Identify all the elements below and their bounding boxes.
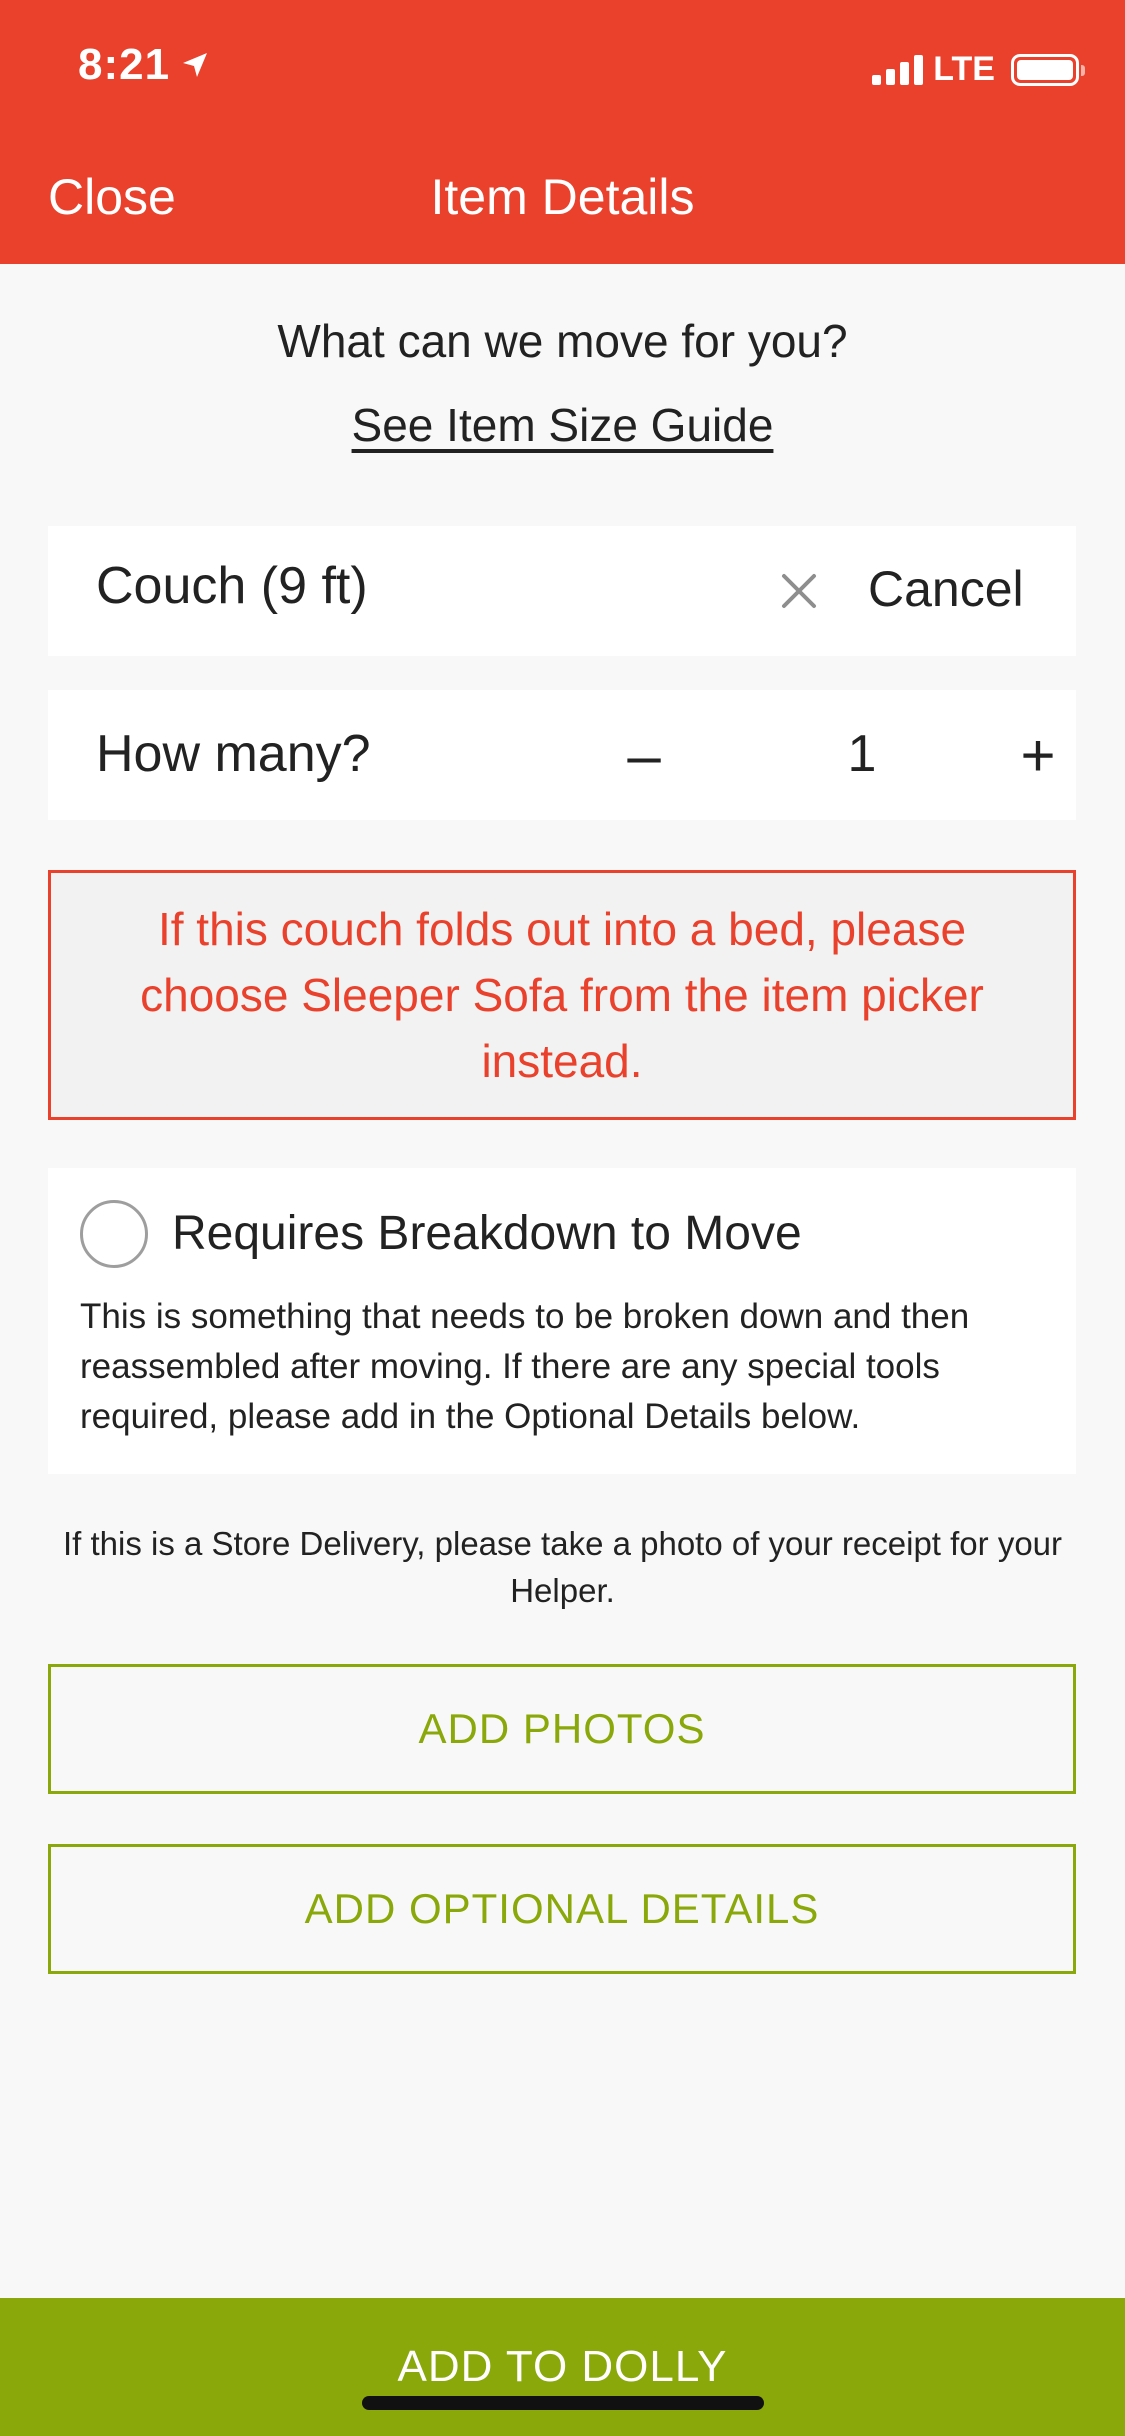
store-delivery-note: If this is a Store Delivery, please take… <box>62 1525 1063 1609</box>
item-name: Couch (9 ft) <box>96 557 368 615</box>
warning-text: If this couch folds out into a bed, plea… <box>140 903 984 1087</box>
add-optional-details-button[interactable]: ADD OPTIONAL DETAILS <box>48 1844 1076 1974</box>
quantity-label: How many? <box>96 725 371 783</box>
decrement-button[interactable]: – <box>604 716 684 796</box>
quantity-value: 1 <box>847 725 877 783</box>
size-guide-link[interactable]: See Item Size Guide <box>352 399 774 451</box>
add-to-dolly-button[interactable]: ADD TO DOLLY <box>0 2298 1125 2436</box>
size-guide-link-row: See Item Size Guide <box>0 398 1125 452</box>
status-right: LTE <box>872 50 1085 89</box>
status-time: 8:21 <box>78 40 171 89</box>
header: 8:21 LTE Close Item Details <box>0 0 1125 264</box>
home-indicator[interactable] <box>362 2396 764 2410</box>
breakdown-radio[interactable] <box>80 1200 148 1268</box>
location-arrow-icon <box>183 53 208 77</box>
add-photos-button[interactable]: ADD PHOTOS <box>48 1664 1076 1794</box>
signal-icon <box>872 54 924 85</box>
item-row: Couch (9 ft) Cancel <box>48 526 1076 656</box>
sleeper-sofa-warning: If this couch folds out into a bed, plea… <box>48 870 1076 1120</box>
breakdown-option: Requires Breakdown to Move This is somet… <box>48 1168 1076 1474</box>
status-time-group: 8:21 <box>78 40 210 90</box>
carrier-label: LTE <box>933 50 995 88</box>
close-icon[interactable] <box>770 562 828 620</box>
breakdown-description: This is something that needs to be broke… <box>80 1297 970 1436</box>
breakdown-label[interactable]: Requires Breakdown to Move <box>172 1206 802 1261</box>
cancel-button[interactable]: Cancel <box>868 560 1024 618</box>
increment-button[interactable]: + <box>998 716 1078 796</box>
item-details-screen: 8:21 LTE Close Item Details What can we … <box>0 0 1125 2436</box>
battery-icon <box>1011 53 1085 86</box>
question-heading: What can we move for you? <box>277 315 848 367</box>
quantity-row: How many? – 1 + <box>48 690 1076 820</box>
close-button[interactable]: Close <box>48 168 176 226</box>
